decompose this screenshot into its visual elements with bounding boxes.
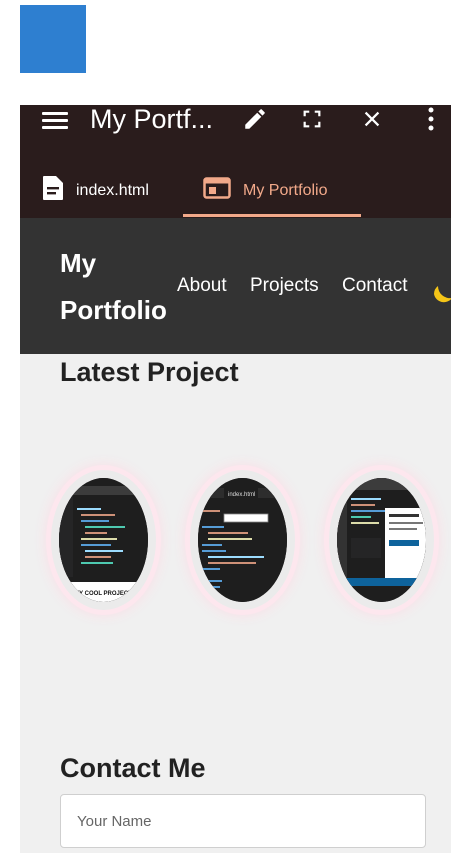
- close-icon[interactable]: [357, 105, 387, 133]
- page-content: Latest Project MY COOL PROJECT index.htm…: [20, 354, 451, 853]
- tab-label: index.html: [76, 181, 149, 199]
- tab-index-html[interactable]: index.html: [42, 163, 149, 218]
- project-thumb-caption: MY COOL PROJECT: [74, 591, 132, 597]
- tab-label: My Portfolio: [243, 181, 328, 199]
- brand-line-1: My: [60, 248, 97, 278]
- document-icon: [42, 175, 64, 206]
- editor-app: My Portf... index.html My Portfolio My P…: [20, 105, 451, 853]
- contact-me-heading: Contact Me: [60, 753, 206, 783]
- project-screenshot-image: index.html: [198, 478, 287, 602]
- app-icon-square: [20, 5, 86, 73]
- name-input[interactable]: [60, 794, 426, 848]
- fullscreen-icon[interactable]: [297, 105, 327, 133]
- project-screenshot-image: MY COOL PROJECT: [59, 478, 148, 602]
- brand-line-2: Portfolio: [60, 295, 167, 325]
- more-vertical-icon[interactable]: [416, 105, 446, 133]
- top-bar: My Portf... index.html My Portfolio: [20, 105, 451, 218]
- nav-link-projects[interactable]: Projects: [250, 275, 319, 297]
- nav-link-about[interactable]: About: [177, 275, 227, 297]
- active-tab-indicator: [183, 214, 361, 217]
- site-navbar: My Portfolio About Projects Contact: [20, 218, 451, 354]
- window-title: My Portf...: [90, 105, 214, 134]
- project-thumbnail-3[interactable]: [329, 470, 434, 610]
- tab-my-portfolio[interactable]: My Portfolio: [203, 163, 327, 218]
- project-thumb-caption: index.html: [228, 492, 255, 498]
- site-brand[interactable]: My Portfolio: [60, 240, 190, 334]
- tab-bar: index.html My Portfolio: [20, 163, 451, 218]
- moon-icon[interactable]: [428, 276, 451, 306]
- nav-link-contact[interactable]: Contact: [342, 275, 407, 297]
- browser-window-icon: [203, 177, 231, 204]
- latest-project-heading: Latest Project: [60, 357, 239, 387]
- hamburger-menu-icon[interactable]: [42, 109, 68, 131]
- toolbar: My Portf...: [20, 105, 451, 163]
- project-thumbnail-1[interactable]: MY COOL PROJECT: [51, 470, 156, 610]
- project-screenshot-image: [337, 478, 426, 602]
- project-thumbnail-2[interactable]: index.html: [190, 470, 295, 610]
- edit-pencil-icon[interactable]: [240, 105, 270, 133]
